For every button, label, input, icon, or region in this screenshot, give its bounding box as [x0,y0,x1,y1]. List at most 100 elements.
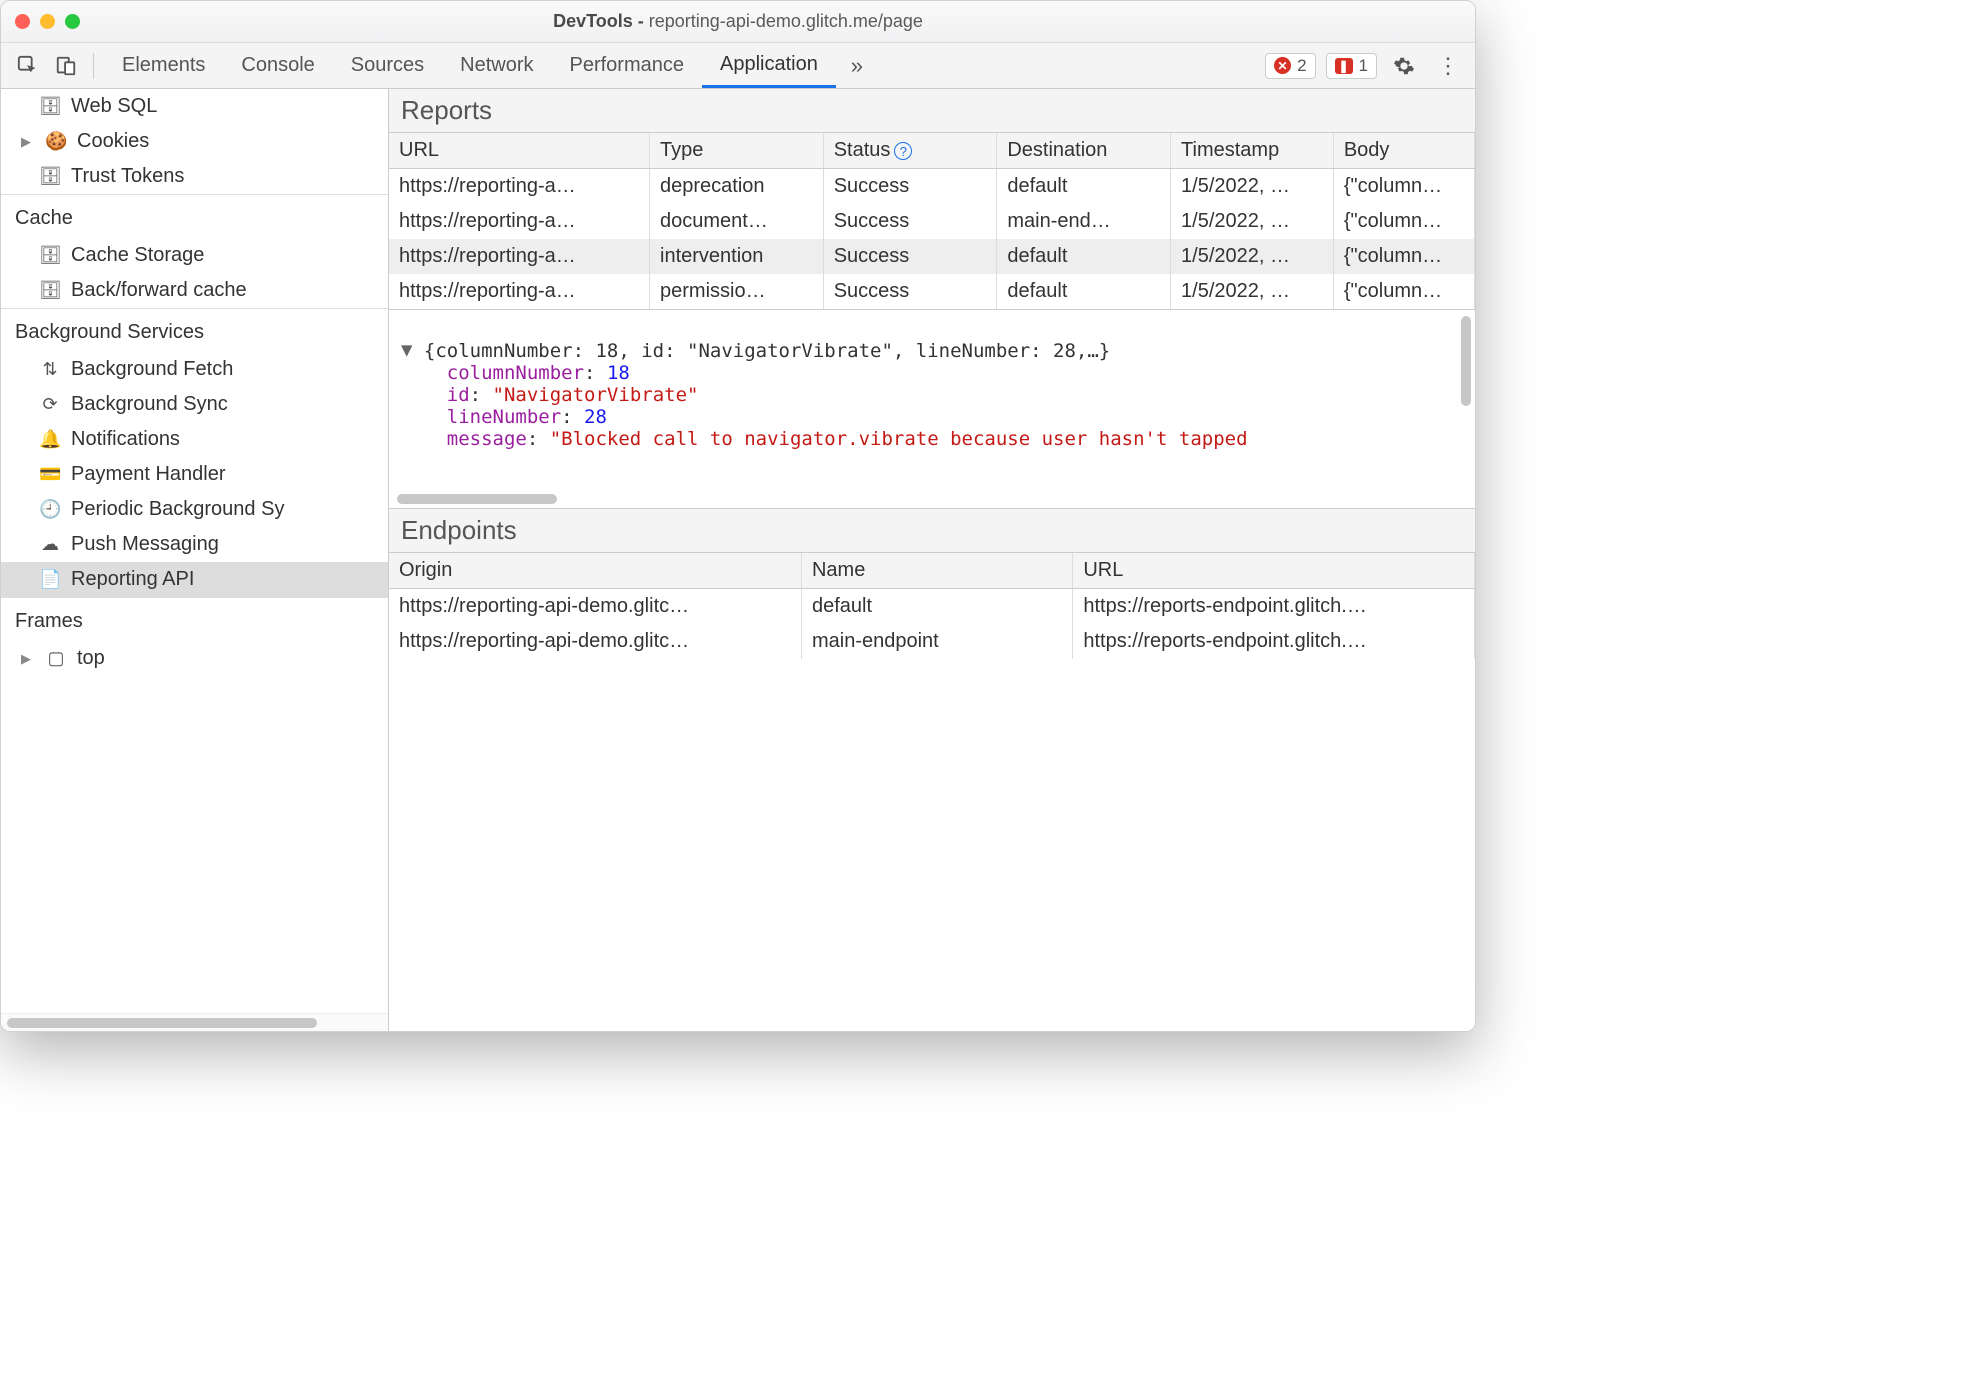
cell-type: deprecation [650,169,824,205]
database-icon: 🗄 [39,280,61,301]
tab-application[interactable]: Application [702,43,836,88]
sidebar-item-bg-sync[interactable]: ⟳ Background Sync [1,387,388,422]
bell-icon: 🔔 [39,429,61,450]
sidebar-item-top-frame[interactable]: ▶ ▢ top [1,641,388,676]
table-row[interactable]: https://reporting-a…document…Successmain… [389,204,1475,239]
cell-ts: 1/5/2022, … [1171,204,1334,239]
disclosure-triangle-icon[interactable]: ▶ [21,651,35,667]
col-type[interactable]: Type [650,133,824,169]
prop-key: lineNumber [447,406,561,428]
sidebar-item-websql[interactable]: 🗄 Web SQL [1,89,388,124]
more-tabs-icon[interactable]: » [840,49,874,83]
sidebar-item-push-messaging[interactable]: ☁ Push Messaging [1,527,388,562]
table-row[interactable]: https://reporting-a…interventionSuccessd… [389,239,1475,274]
sidebar-item-label: Background Sync [71,393,228,416]
errors-badge[interactable]: ✕ 2 [1265,53,1315,79]
col-origin[interactable]: Origin [389,553,801,589]
cell-url: https://reporting-a… [389,239,650,274]
inspect-element-icon[interactable] [11,49,45,83]
cell-dest: main-end… [997,204,1171,239]
device-toolbar-icon[interactable] [49,49,83,83]
reports-table: URL Type Status? Destination Timestamp B… [389,133,1475,309]
cell-dest: default [997,274,1171,309]
kebab-menu-icon[interactable]: ⋮ [1431,49,1465,83]
sidebar-item-payment-handler[interactable]: 💳 Payment Handler [1,457,388,492]
sidebar-item-bfcache[interactable]: 🗄 Back/forward cache [1,273,388,308]
cell-body: {"column… [1333,169,1474,205]
col-url[interactable]: URL [389,133,650,169]
help-icon[interactable]: ? [894,142,912,160]
cell-name: default [801,589,1072,625]
col-timestamp[interactable]: Timestamp [1171,133,1334,169]
minimize-window-button[interactable] [40,14,55,29]
cell-ts: 1/5/2022, … [1171,239,1334,274]
titlebar: DevTools - reporting-api-demo.glitch.me/… [1,1,1475,43]
cell-dest: default [997,239,1171,274]
sidebar-item-label: Push Messaging [71,533,219,556]
settings-icon[interactable] [1387,49,1421,83]
prop-value: 28 [584,406,607,428]
prop-value: 18 [607,362,630,384]
database-icon: 🗄 [39,96,61,117]
sidebar-item-notifications[interactable]: 🔔 Notifications [1,422,388,457]
cell-url: https://reporting-a… [389,274,650,309]
sidebar-item-periodic-sync[interactable]: 🕘 Periodic Background Sy [1,492,388,527]
issues-badge[interactable]: ❚ 1 [1326,53,1377,79]
tab-elements[interactable]: Elements [104,43,223,88]
endpoints-header-row: Origin Name URL [389,553,1475,589]
window-title: DevTools - reporting-api-demo.glitch.me/… [1,11,1475,32]
sidebar-item-bg-fetch[interactable]: ⇅ Background Fetch [1,352,388,387]
reports-header-row: URL Type Status? Destination Timestamp B… [389,133,1475,169]
sidebar-item-label: Periodic Background Sy [71,498,284,521]
sidebar-group-frames: Frames [1,597,388,641]
col-name[interactable]: Name [801,553,1072,589]
inspector-vscrollbar[interactable] [1461,316,1471,406]
cell-name: main-endpoint [801,624,1072,659]
table-row[interactable]: https://reporting-api-demo.glitc…main-en… [389,624,1475,659]
tab-performance[interactable]: Performance [552,43,703,88]
sidebar-item-label: Payment Handler [71,463,226,486]
table-row[interactable]: https://reporting-a…permissio…Successdef… [389,274,1475,309]
cell-body: {"column… [1333,204,1474,239]
panel-tabs: Elements Console Sources Network Perform… [104,43,836,88]
sidebar-item-cache-storage[interactable]: 🗄 Cache Storage [1,238,388,273]
close-window-button[interactable] [15,14,30,29]
disclosure-triangle-icon[interactable]: ▶ [21,134,35,150]
main-toolbar: Elements Console Sources Network Perform… [1,43,1475,89]
devtools-window: DevTools - reporting-api-demo.glitch.me/… [0,0,1476,1032]
disclosure-triangle-icon[interactable]: ▼ [401,339,412,361]
sidebar-group-cache: Cache [1,194,388,238]
tab-console[interactable]: Console [223,43,332,88]
cell-url: https://reports-endpoint.glitch.… [1073,589,1475,625]
sidebar-item-reporting-api[interactable]: 📄 Reporting API [1,562,388,597]
issues-count: 1 [1359,56,1368,76]
sidebar-scrollbar[interactable] [1,1013,388,1031]
sidebar-item-trust-tokens[interactable]: 🗄 Trust Tokens [1,159,388,194]
cell-ts: 1/5/2022, … [1171,274,1334,309]
window-title-prefix: DevTools - [553,11,649,31]
col-destination[interactable]: Destination [997,133,1171,169]
table-row[interactable]: https://reporting-api-demo.glitc…default… [389,589,1475,625]
sidebar-item-label: Cookies [77,130,149,153]
inspector-hscrollbar[interactable] [397,494,557,504]
prop-key: id [447,384,470,406]
error-icon: ✕ [1274,57,1291,74]
window-controls[interactable] [15,14,80,29]
col-url[interactable]: URL [1073,553,1475,589]
cell-dest: default [997,169,1171,205]
prop-value: "Blocked call to navigator.vibrate becau… [550,428,1248,450]
report-body-inspector[interactable]: ▼ {columnNumber: 18, id: "NavigatorVibra… [389,309,1475,509]
prop-key: columnNumber [447,362,584,384]
sidebar-item-cookies[interactable]: ▶ 🍪 Cookies [1,124,388,159]
cell-ts: 1/5/2022, … [1171,169,1334,205]
cell-url: https://reporting-a… [389,204,650,239]
table-row[interactable]: https://reporting-a…deprecationSuccessde… [389,169,1475,205]
zoom-window-button[interactable] [65,14,80,29]
tab-network[interactable]: Network [442,43,551,88]
cookie-icon: 🍪 [45,131,67,152]
credit-card-icon: 💳 [39,464,61,485]
col-body[interactable]: Body [1333,133,1474,169]
col-status[interactable]: Status? [823,133,997,169]
tab-sources[interactable]: Sources [333,43,442,88]
cell-body: {"column… [1333,239,1474,274]
